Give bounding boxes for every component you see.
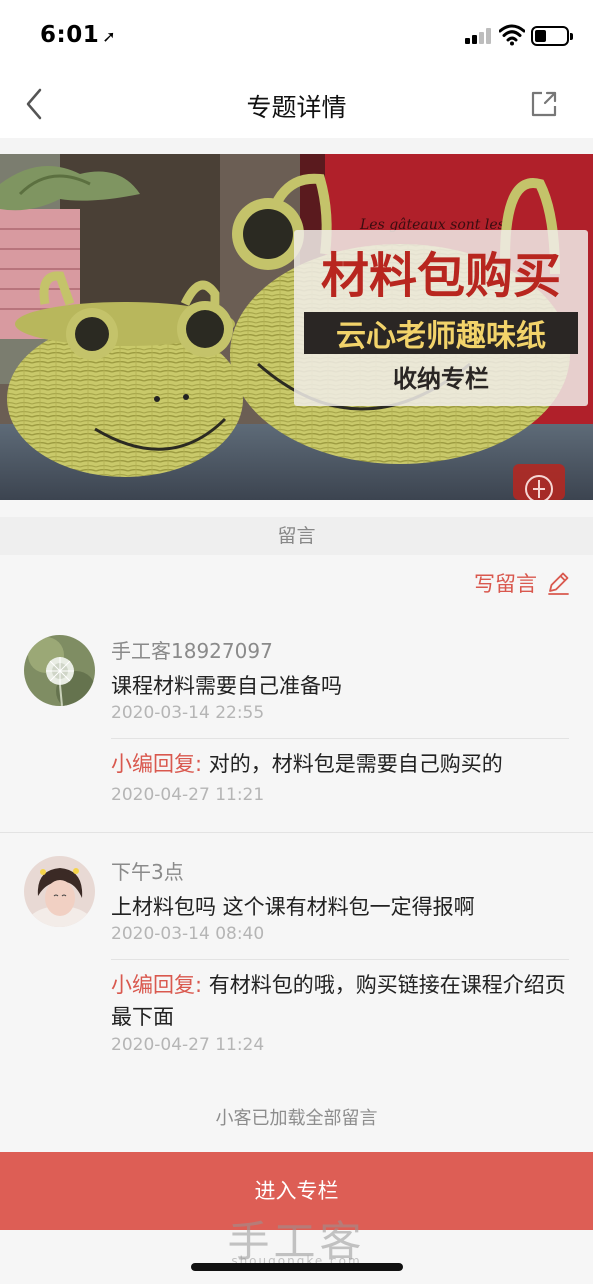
battery-icon [531, 26, 573, 46]
comment-divider [0, 832, 593, 833]
status-time: 6:01 ➚ [40, 22, 117, 48]
comment-text: 课程材料需要自己准备吗 [111, 674, 342, 698]
comment-item: 下午3点 上材料包吗 这个课有材料包一定得报啊 2020-03-14 08:40… [0, 851, 593, 1081]
banner-title: 材料包购买 [321, 248, 561, 304]
write-comment-label: 写留言 [474, 572, 537, 596]
editor-reply-text: 对的，材料包是需要自己购买的 [208, 752, 503, 776]
nav-bar: 专题详情 [0, 70, 593, 138]
editor-reply: 小编回复: 有材料包的哦，购买链接在课程介绍页最下面 [111, 969, 571, 1033]
pencil-icon [548, 572, 569, 595]
comment-text: 上材料包吗 这个课有材料包一定得报啊 [111, 895, 475, 919]
avatar[interactable] [24, 635, 95, 706]
comment-time: 2020-03-14 22:55 [111, 703, 265, 723]
banner-illustration: Les gâteaux sont les 材料包购买 云心老师趣味纸 收纳专栏 [0, 154, 593, 500]
reply-divider [111, 959, 569, 960]
comments-section-label: 留言 [0, 517, 593, 555]
editor-reply-label: 小编回复: [111, 752, 203, 776]
home-indicator[interactable] [191, 1263, 403, 1271]
comment-item: 手工客18927097 课程材料需要自己准备吗 2020-03-14 22:55… [0, 630, 593, 830]
status-bar: 6:01 ➚ [0, 0, 593, 70]
banner-image[interactable]: Les gâteaux sont les 材料包购买 云心老师趣味纸 收纳专栏 [0, 154, 593, 500]
editor-reply: 小编回复: 对的，材料包是需要自己购买的 [111, 748, 571, 780]
editor-reply-label: 小编回复: [111, 973, 203, 997]
write-comment-button[interactable]: 写留言 [474, 566, 571, 600]
brand-logo-icon [513, 464, 565, 500]
comment-username[interactable]: 手工客18927097 [111, 635, 273, 664]
header-divider [0, 138, 593, 154]
share-button[interactable] [526, 86, 562, 122]
reply-time: 2020-04-27 11:21 [111, 785, 265, 805]
cellular-signal-icon [465, 28, 493, 44]
comment-username[interactable]: 下午3点 [111, 856, 184, 885]
share-icon [531, 91, 557, 117]
comment-time: 2020-03-14 08:40 [111, 924, 265, 944]
comments-section: 留言 写留言 手工客18927097 课程材料需要自己准备吗 2020-03-1… [0, 500, 593, 1152]
reply-time: 2020-04-27 11:24 [111, 1035, 265, 1055]
reply-divider [111, 738, 569, 739]
page-title: 专题详情 [246, 93, 347, 122]
location-arrow-icon: ➚ [102, 27, 117, 46]
avatar[interactable] [24, 856, 95, 927]
banner-subtitle-2: 收纳专栏 [393, 365, 489, 393]
wifi-icon [499, 24, 525, 46]
banner-subtitle: 云心老师趣味纸 [336, 319, 546, 354]
all-comments-loaded-text: 小客已加载全部留言 [215, 1108, 378, 1129]
